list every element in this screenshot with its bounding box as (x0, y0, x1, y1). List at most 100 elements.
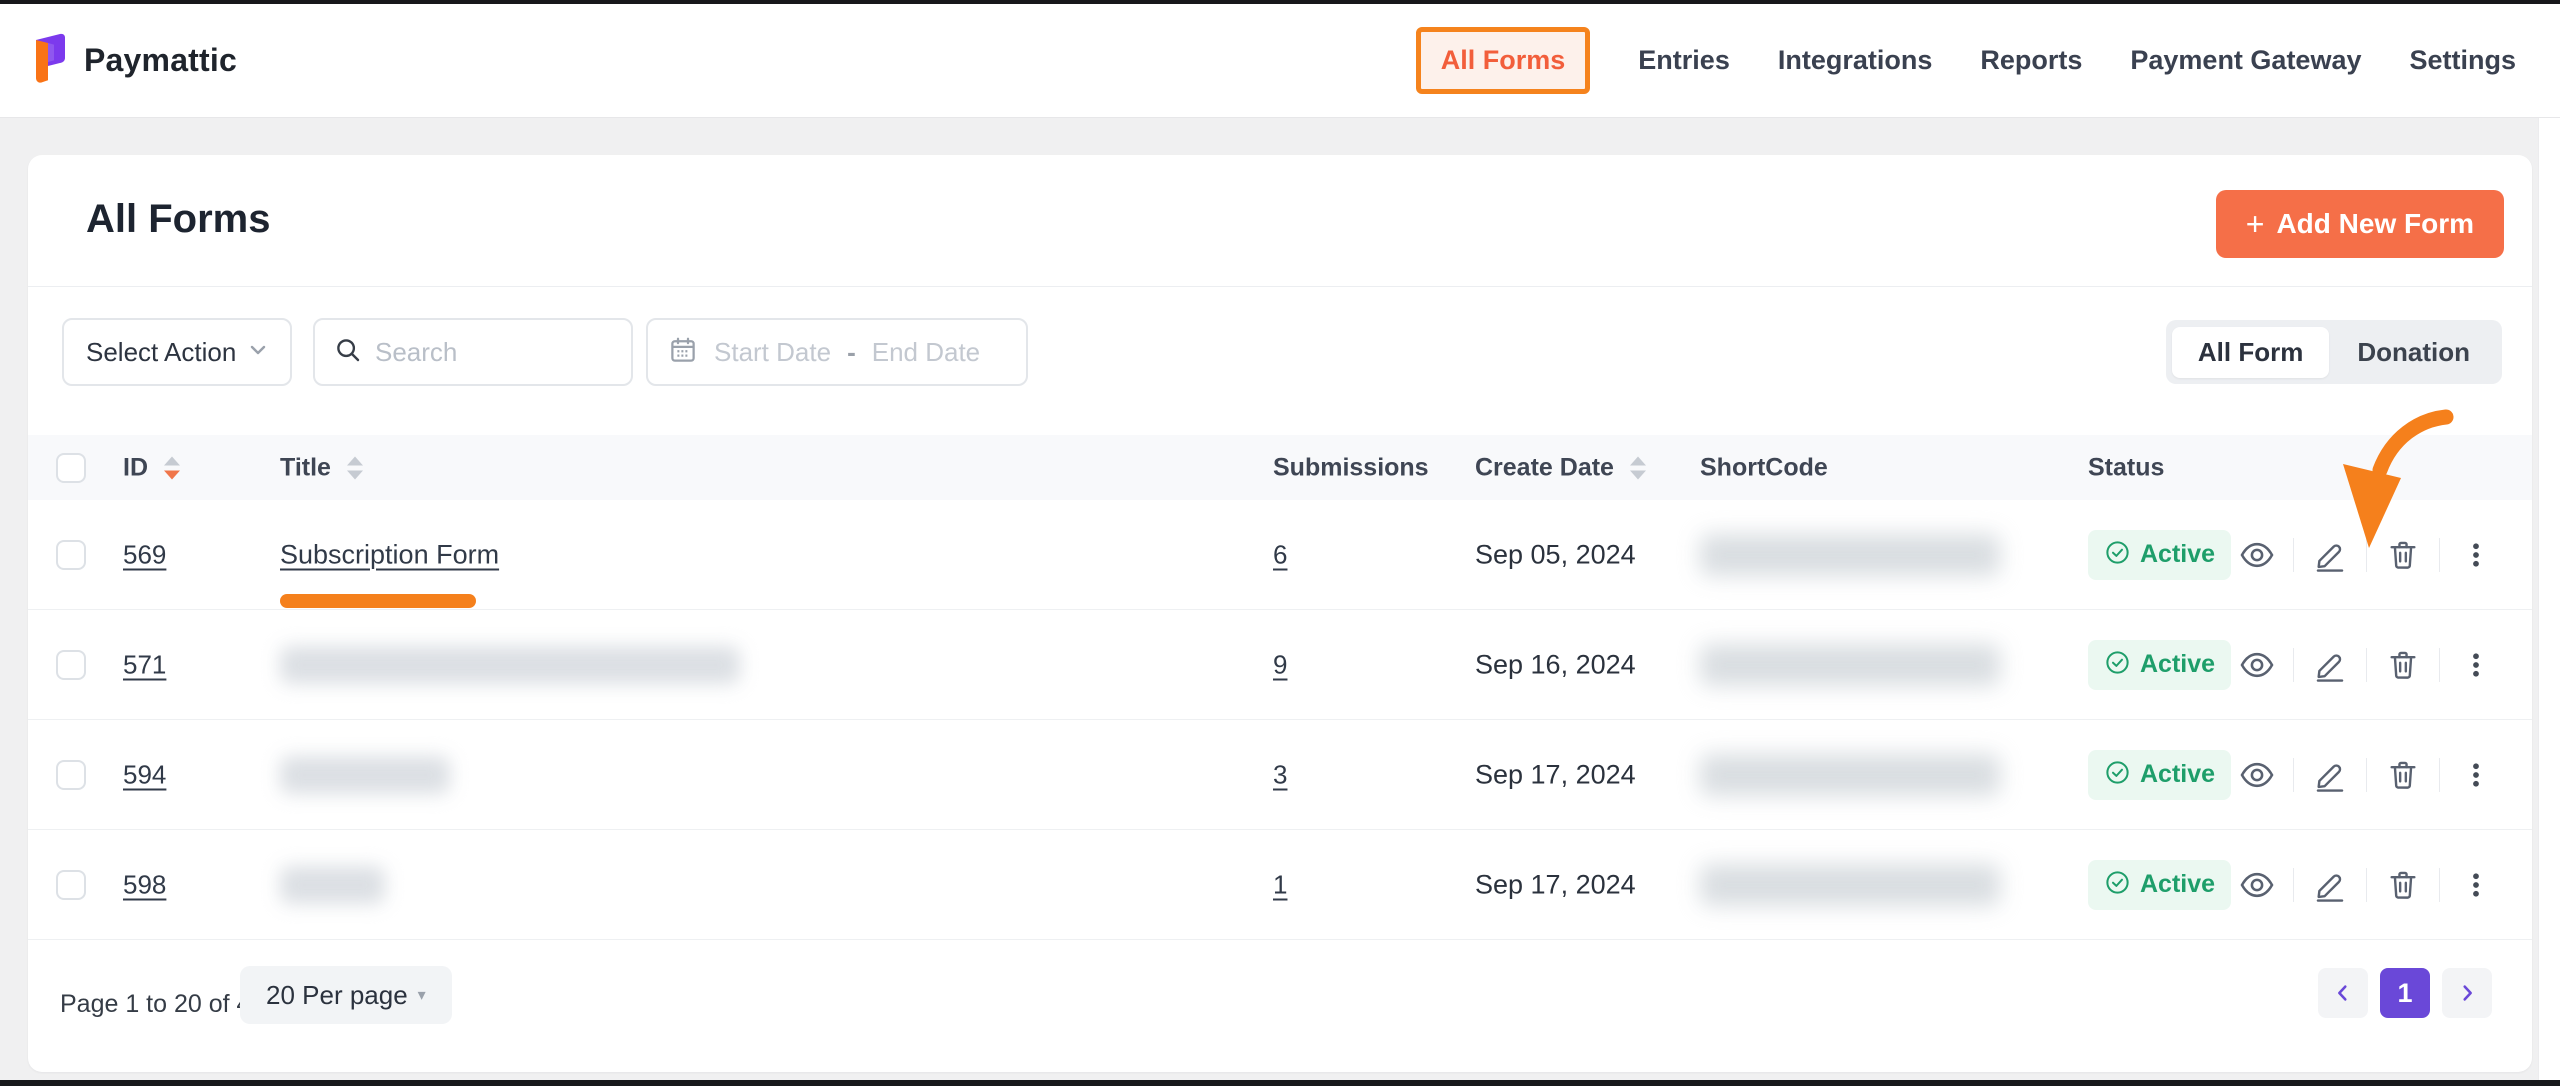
nav-item-payment-gateway[interactable]: Payment Gateway (2130, 45, 2361, 76)
check-circle-icon (2104, 869, 2131, 901)
create-date-value: Sep 17, 2024 (1475, 759, 1636, 790)
view-eye-icon[interactable] (2237, 755, 2277, 795)
caret-down-icon: ▾ (418, 985, 426, 1005)
form-title-link[interactable]: Subscription Form (280, 539, 499, 570)
check-circle-icon (2104, 539, 2131, 571)
browser-scrollbar-track[interactable] (2538, 4, 2560, 1080)
more-kebab-icon[interactable] (2456, 535, 2496, 575)
submissions-count-link[interactable]: 3 (1273, 759, 1287, 790)
chevron-down-icon (246, 338, 270, 367)
edit-pencil-icon[interactable] (2310, 865, 2350, 905)
action-divider (2439, 758, 2440, 792)
nav-item-integrations[interactable]: Integrations (1778, 45, 1933, 76)
header-status: Status (2088, 453, 2164, 482)
pagination: 1 (2318, 968, 2492, 1018)
sort-icon-id[interactable] (162, 455, 182, 480)
header-create-date[interactable]: Create Date (1475, 453, 1614, 482)
view-eye-icon[interactable] (2237, 645, 2277, 685)
nav-item-settings[interactable]: Settings (2409, 45, 2516, 76)
shortcode-redacted (1700, 864, 2000, 906)
form-id-link[interactable]: 594 (123, 759, 166, 790)
search-field[interactable] (313, 318, 633, 386)
check-circle-icon (2104, 759, 2131, 791)
edit-pencil-icon[interactable] (2310, 645, 2350, 685)
form-title-redacted[interactable] (280, 866, 385, 904)
more-kebab-icon[interactable] (2456, 865, 2496, 905)
calendar-icon (668, 335, 698, 370)
page-number-button[interactable]: 1 (2380, 968, 2430, 1018)
filters-row: Select Action St (28, 318, 2532, 386)
header-shortcode: ShortCode (1700, 453, 1828, 482)
nav-item-all-forms[interactable]: All Forms (1416, 27, 1591, 94)
status-label: Active (2140, 540, 2215, 569)
delete-trash-icon[interactable] (2383, 535, 2423, 575)
shortcode-redacted (1700, 644, 2000, 686)
all-forms-card: All Forms + Add New Form Select Action (28, 155, 2532, 1072)
action-divider (2366, 868, 2367, 902)
row-checkbox[interactable] (56, 760, 86, 790)
prev-page-button[interactable] (2318, 968, 2368, 1018)
form-title-redacted[interactable] (280, 646, 740, 684)
sort-icon-create-date[interactable] (1628, 455, 1648, 480)
date-range-picker[interactable]: Start Date - End Date (646, 318, 1028, 386)
toggle-donation[interactable]: Donation (2331, 327, 2496, 378)
brand-name: Paymattic (84, 42, 237, 79)
view-eye-icon[interactable] (2237, 865, 2277, 905)
more-kebab-icon[interactable] (2456, 645, 2496, 685)
end-date-placeholder[interactable]: End Date (872, 337, 980, 368)
row-checkbox[interactable] (56, 540, 86, 570)
form-id-link[interactable]: 569 (123, 539, 166, 570)
row-checkbox[interactable] (56, 870, 86, 900)
form-id-link[interactable]: 571 (123, 649, 166, 680)
toggle-all-form[interactable]: All Form (2172, 327, 2329, 378)
create-date-value: Sep 17, 2024 (1475, 869, 1636, 900)
action-divider (2366, 758, 2367, 792)
action-divider (2439, 648, 2440, 682)
action-divider (2293, 648, 2294, 682)
select-all-checkbox[interactable] (56, 453, 86, 483)
edit-pencil-icon[interactable] (2310, 535, 2350, 575)
select-action-dropdown[interactable]: Select Action (62, 318, 292, 386)
status-badge: Active (2088, 750, 2231, 800)
start-date-placeholder[interactable]: Start Date (714, 337, 831, 368)
action-divider (2366, 538, 2367, 572)
next-page-button[interactable] (2442, 968, 2492, 1018)
add-new-form-button[interactable]: + Add New Form (2216, 190, 2504, 258)
submissions-count-link[interactable]: 1 (1273, 869, 1287, 900)
submissions-count-link[interactable]: 6 (1273, 539, 1287, 570)
topbar: Paymattic All Forms Entries Integrations… (0, 4, 2560, 118)
delete-trash-icon[interactable] (2383, 755, 2423, 795)
view-eye-icon[interactable] (2237, 535, 2277, 575)
action-divider (2293, 868, 2294, 902)
header-id[interactable]: ID (123, 453, 148, 482)
header-submissions: Submissions (1273, 453, 1429, 482)
status-badge: Active (2088, 860, 2231, 910)
form-id-link[interactable]: 598 (123, 869, 166, 900)
delete-trash-icon[interactable] (2383, 645, 2423, 685)
check-circle-icon (2104, 649, 2131, 681)
form-title-redacted[interactable] (280, 756, 450, 794)
submissions-count-link[interactable]: 9 (1273, 649, 1287, 680)
orange-underline-annotation (280, 594, 476, 608)
action-divider (2439, 868, 2440, 902)
more-kebab-icon[interactable] (2456, 755, 2496, 795)
header-title[interactable]: Title (280, 453, 331, 482)
per-page-dropdown[interactable]: 20 Per page ▾ (240, 966, 452, 1024)
per-page-label: 20 Per page (266, 980, 408, 1011)
search-input[interactable] (375, 337, 613, 368)
row-checkbox[interactable] (56, 650, 86, 680)
form-type-toggle: All Form Donation (2166, 320, 2502, 384)
status-badge: Active (2088, 530, 2231, 580)
create-date-value: Sep 05, 2024 (1475, 539, 1636, 570)
sort-icon-title[interactable] (345, 455, 365, 480)
action-divider (2293, 758, 2294, 792)
nav-item-entries[interactable]: Entries (1638, 45, 1730, 76)
delete-trash-icon[interactable] (2383, 865, 2423, 905)
edit-pencil-icon[interactable] (2310, 755, 2350, 795)
bottom-letterbox-bar (0, 1080, 2560, 1086)
add-new-form-label: Add New Form (2276, 208, 2474, 240)
nav-item-reports[interactable]: Reports (1980, 45, 2082, 76)
create-date-value: Sep 16, 2024 (1475, 649, 1636, 680)
shortcode-redacted (1700, 754, 2000, 796)
table-row: 594 3 Sep 17, 2024 Active (28, 720, 2532, 830)
